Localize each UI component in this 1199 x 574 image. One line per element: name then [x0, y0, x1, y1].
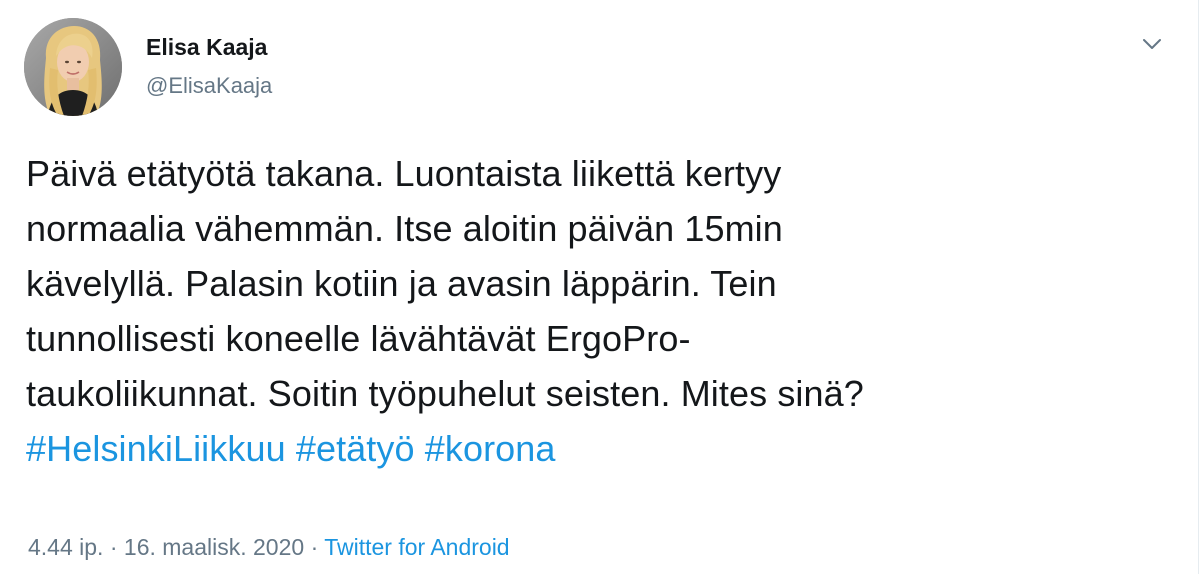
avatar[interactable]	[24, 18, 122, 116]
tweet-text-line: normaalia vähemmän. Itse aloitin päivän …	[26, 208, 783, 249]
tweet-source-link[interactable]: Twitter for Android	[324, 534, 509, 560]
avatar-image	[24, 18, 122, 116]
tweet-text-line: taukoliikunnat. Soitin työpuhelut seiste…	[26, 373, 864, 414]
meta-separator: ·	[310, 534, 319, 560]
tweet-text-line: Päivä etätyötä takana. Luontaista liiket…	[26, 153, 782, 194]
author-handle[interactable]: @ElisaKaaja	[146, 73, 272, 99]
tweet-date[interactable]: 16. maalisk. 2020	[124, 534, 304, 560]
hashtag-link[interactable]: #korona	[425, 428, 556, 469]
hashtag-link[interactable]: #HelsinkiLiikkuu	[26, 428, 286, 469]
hashtag-link[interactable]: #etätyö	[296, 428, 415, 469]
tweet-card: Elisa Kaaja @ElisaKaaja Päivä etätyötä t…	[0, 0, 1199, 574]
author-name[interactable]: Elisa Kaaja	[146, 34, 267, 61]
tweet-text-line: tunnollisesti koneelle lävähtävät ErgoPr…	[26, 318, 691, 359]
tweet-text-line: kävelyllä. Palasin kotiin ja avasin läpp…	[26, 263, 777, 304]
meta-separator: ·	[109, 534, 118, 560]
tweet-time[interactable]: 4.44 ip.	[28, 534, 103, 560]
tweet-meta: 4.44 ip. · 16. maalisk. 2020 · Twitter f…	[28, 534, 510, 561]
chevron-down-icon[interactable]	[1136, 28, 1168, 60]
hashtag-list: #HelsinkiLiikkuu #etätyö #korona	[26, 421, 1146, 476]
tweet-text: Päivä etätyötä takana. Luontaista liiket…	[26, 146, 1146, 476]
